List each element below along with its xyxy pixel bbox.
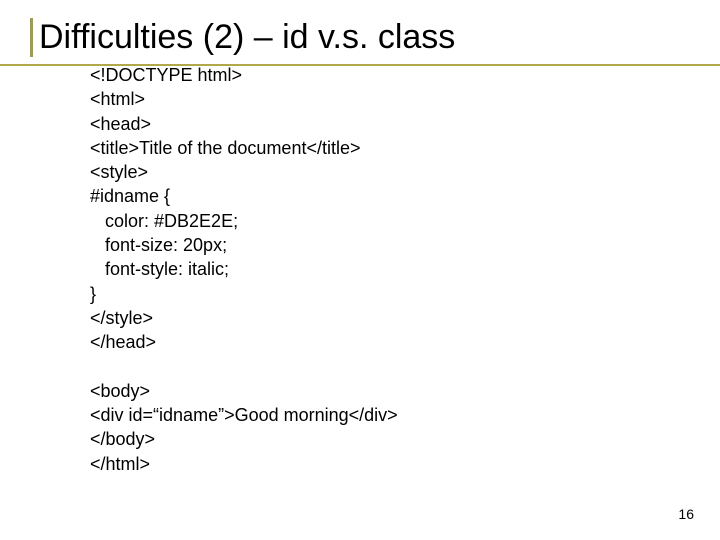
page-number: 16 — [678, 506, 694, 522]
title-underline — [0, 64, 720, 66]
slide-title: Difficulties (2) – id v.s. class — [39, 18, 690, 57]
slide: Difficulties (2) – id v.s. class <!DOCTY… — [0, 0, 720, 540]
title-container: Difficulties (2) – id v.s. class — [30, 18, 690, 57]
code-block: <!DOCTYPE html> <html> <head> <title>Tit… — [90, 63, 690, 476]
